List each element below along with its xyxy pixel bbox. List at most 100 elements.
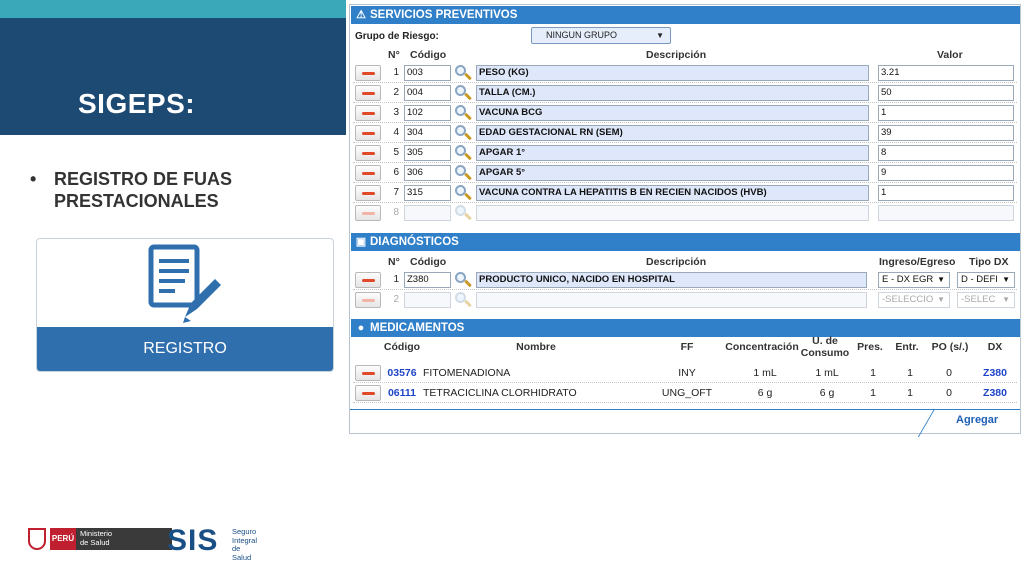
medicamento-codigo-link[interactable]: 03576	[385, 367, 419, 379]
row-number: 1	[393, 67, 399, 78]
remove-button[interactable]	[355, 85, 381, 101]
search-icon[interactable]	[454, 291, 472, 309]
codigo-input[interactable]: 004	[404, 85, 451, 101]
valor-input[interactable]: 8	[878, 145, 1014, 161]
medicamento-dx-link[interactable]: Z380	[977, 387, 1013, 399]
diagnosticos-title: DIAGNÓSTICOS	[370, 236, 459, 248]
remove-button[interactable]	[355, 365, 381, 381]
servicios-header: ⚠ SERVICIOS PREVENTIVOS	[351, 6, 1020, 24]
row-number: 4	[393, 127, 399, 138]
remove-button[interactable]	[355, 125, 381, 141]
remove-button[interactable]	[355, 145, 381, 161]
codigo-input[interactable]	[404, 205, 451, 221]
remove-button[interactable]	[355, 65, 381, 81]
medicamento-nombre: FITOMENADIONA	[423, 367, 511, 379]
tipo-dx-select[interactable]: -SELEC ▼	[957, 292, 1015, 308]
descripcion-field[interactable]: VACUNA CONTRA LA HEPATITIS B EN RECIEN N…	[476, 185, 869, 201]
col-codigo: Código	[410, 256, 447, 268]
codigo-input[interactable]: 315	[404, 185, 451, 201]
codigo-input[interactable]: 102	[404, 105, 451, 121]
descripcion-field[interactable]: PESO (KG)	[476, 65, 869, 81]
descripcion-field[interactable]: TALLA (CM.)	[476, 85, 869, 101]
medicamento-consumo: 1 mL	[815, 367, 839, 379]
medicamento-concentracion: 1 mL	[753, 367, 777, 379]
col-n: N°	[388, 49, 400, 61]
codigo-input[interactable]: Z380	[404, 272, 451, 288]
medicamento-consumo: 6 g	[819, 387, 835, 399]
row-number: 7	[393, 187, 399, 198]
remove-button[interactable]	[355, 385, 381, 401]
medicamentos-title: MEDICAMENTOS	[370, 322, 465, 334]
descripcion-field[interactable]: EDAD GESTACIONAL RN (SEM)	[476, 125, 869, 141]
descripcion-field[interactable]: PRODUCTO UNICO, NACIDO EN HOSPITAL	[476, 272, 867, 288]
valor-input[interactable]: 3.21	[878, 65, 1014, 81]
medicamento-dx-link[interactable]: Z380	[977, 367, 1013, 379]
remove-button[interactable]	[355, 272, 381, 288]
descripcion-field[interactable]: APGAR 1°	[476, 145, 869, 161]
search-icon[interactable]	[454, 64, 472, 82]
registro-card[interactable]: REGISTRO	[36, 238, 334, 372]
agregar-tab[interactable]: Agregar	[917, 409, 1020, 437]
tipo-dx-select[interactable]: D - DEFI ▼	[957, 272, 1015, 288]
remove-button	[355, 205, 381, 221]
search-icon[interactable]	[454, 271, 472, 289]
pills-icon: ●	[357, 322, 365, 334]
valor-input[interactable]: 1	[878, 105, 1014, 121]
servicio-row: 5 305 APGAR 1° 8	[353, 143, 1017, 163]
accent-bar	[0, 0, 346, 18]
codigo-input[interactable]: 305	[404, 145, 451, 161]
diagnostico-row-empty: 2 -SELECCIO ▼ -SELEC ▼	[353, 290, 1017, 310]
col-ff: FF	[680, 341, 694, 353]
registro-label: REGISTRO	[37, 327, 333, 371]
search-icon[interactable]	[454, 204, 472, 222]
ministerio-text: Ministerio de Salud	[80, 529, 112, 547]
col-n: N°	[388, 256, 400, 268]
valor-input[interactable]: 9	[878, 165, 1014, 181]
codigo-input[interactable]: 003	[404, 65, 451, 81]
row-number: 2	[393, 294, 399, 305]
peru-label: PERÚ	[50, 528, 76, 550]
descripcion-field[interactable]	[476, 292, 867, 308]
col-ingreso-egreso: Ingreso/Egreso	[879, 256, 956, 268]
descripcion-field[interactable]	[476, 205, 869, 221]
col-entr: Entr.	[895, 341, 919, 353]
codigo-input[interactable]	[404, 292, 451, 308]
row-number: 3	[393, 107, 399, 118]
servicio-row: 4 304 EDAD GESTACIONAL RN (SEM) 39	[353, 123, 1017, 143]
search-icon[interactable]	[454, 144, 472, 162]
dropdown-caret-icon: ▼	[937, 275, 945, 284]
remove-button[interactable]	[355, 185, 381, 201]
valor-input[interactable]: 39	[878, 125, 1014, 141]
col-dx: DX	[987, 341, 1003, 353]
codigo-input[interactable]: 304	[404, 125, 451, 141]
ingreso-egreso-select[interactable]: -SELECCIO ▼	[878, 292, 950, 308]
search-icon[interactable]	[454, 164, 472, 182]
grupo-value: NINGUN GRUPO	[546, 30, 618, 40]
medicamento-ff: UNG_OFT	[661, 387, 713, 399]
valor-input[interactable]	[878, 205, 1014, 221]
medicamento-po: 0	[946, 387, 952, 399]
grupo-select[interactable]: NINGUN GRUPO ▼	[531, 27, 671, 44]
peru-shield-icon	[28, 528, 46, 550]
slide-title: SIGEPS:	[78, 88, 196, 119]
col-descripcion: Descripción	[646, 49, 707, 61]
sis-sub-line3: de Salud	[232, 544, 252, 562]
search-icon[interactable]	[454, 104, 472, 122]
remove-button[interactable]	[355, 105, 381, 121]
ministerio-line1: Ministerio	[80, 529, 113, 538]
valor-input[interactable]: 50	[878, 85, 1014, 101]
col-unidad-consumo: U. de Consumo	[798, 335, 852, 359]
medicamento-codigo-link[interactable]: 06111	[385, 387, 419, 399]
codigo-input[interactable]: 306	[404, 165, 451, 181]
search-icon[interactable]	[454, 84, 472, 102]
descripcion-field[interactable]: APGAR 5°	[476, 165, 869, 181]
medicamento-entr: 1	[907, 367, 913, 379]
ingreso-egreso-select[interactable]: E - DX EGR ▼	[878, 272, 950, 288]
descripcion-field[interactable]: VACUNA BCG	[476, 105, 869, 121]
search-icon[interactable]	[454, 184, 472, 202]
search-icon[interactable]	[454, 124, 472, 142]
col-descripcion: Descripción	[646, 256, 707, 268]
bullet-marker: •	[30, 169, 37, 189]
remove-button[interactable]	[355, 165, 381, 181]
valor-input[interactable]: 1	[878, 185, 1014, 201]
